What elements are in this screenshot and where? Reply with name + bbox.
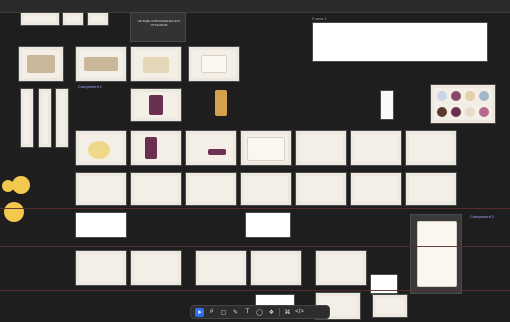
frame-palette[interactable]: [430, 84, 496, 124]
frame-row6-6[interactable]: [370, 274, 398, 294]
frame-row3-1[interactable]: [75, 130, 127, 166]
frame-row5-2[interactable]: [245, 212, 291, 238]
frame-row2-4[interactable]: [188, 46, 240, 82]
frame-row4-3[interactable]: [185, 172, 237, 206]
frame-row3-3[interactable]: [185, 130, 237, 166]
frame-row6-1[interactable]: [75, 250, 127, 286]
component-label-2: Component 2: [470, 214, 495, 219]
frame-tall-3[interactable]: [55, 88, 69, 148]
frame-book-1[interactable]: [130, 88, 182, 122]
components-icon[interactable]: ❖: [267, 308, 276, 317]
frame-icon[interactable]: #: [207, 308, 216, 317]
plugin-icon[interactable]: ⌘: [283, 308, 292, 317]
divider-line-2: [0, 246, 510, 247]
chalkboard-frame[interactable]: НЕ БУДЬ СОБЛАЗНЕНЕН ЕГО ОТТЕНКОМ: [130, 12, 186, 42]
frame-row4-5[interactable]: [295, 172, 347, 206]
frame-text-list[interactable]: [380, 90, 394, 120]
frame-row4-4[interactable]: [240, 172, 292, 206]
text-icon[interactable]: T: [243, 308, 252, 317]
frame-row6-4[interactable]: [250, 250, 302, 286]
pen-icon[interactable]: ✎: [231, 308, 240, 317]
frame-row4-6[interactable]: [350, 172, 402, 206]
frame-top-3[interactable]: [87, 12, 109, 26]
rectangle-icon[interactable]: ▢: [219, 308, 228, 317]
chalkboard-text: НЕ БУДЬ СОБЛАЗНЕНЕН ЕГО ОТТЕНКОМ: [137, 19, 181, 27]
frame-row3-4[interactable]: [240, 130, 292, 166]
frame-row2-1[interactable]: [18, 46, 64, 82]
comment-icon[interactable]: ◯: [255, 308, 264, 317]
toolbar-separator: [279, 308, 280, 316]
frame-top-right[interactable]: [312, 22, 488, 62]
frame-row2-3[interactable]: [130, 46, 182, 82]
frame-row6-3[interactable]: [195, 250, 247, 286]
gold-sticker-3: [4, 202, 24, 222]
frame-row3-5[interactable]: [295, 130, 347, 166]
device-screen: [215, 90, 227, 116]
gold-sticker-2: [12, 176, 30, 194]
frame-tall-2[interactable]: [38, 88, 52, 148]
frame-top-left[interactable]: [20, 12, 60, 26]
frame-row2-2[interactable]: [75, 46, 127, 82]
dev-mode-icon[interactable]: </>: [295, 308, 304, 317]
component-label: Component 1: [78, 84, 103, 89]
frame-label: Frame 1: [312, 16, 327, 21]
frame-row5-1[interactable]: [75, 212, 127, 238]
divider-line: [0, 208, 510, 209]
frame-row3-7[interactable]: [405, 130, 457, 166]
frame-bottom-3[interactable]: [372, 294, 408, 318]
frame-row3-2[interactable]: [130, 130, 182, 166]
frame-tall-1[interactable]: [20, 88, 34, 148]
frame-row4-1[interactable]: [75, 172, 127, 206]
frame-row3-6[interactable]: [350, 130, 402, 166]
frame-row6-5[interactable]: [315, 250, 367, 286]
frame-top-2[interactable]: [62, 12, 84, 26]
cursor-icon[interactable]: ➤: [195, 307, 204, 317]
bottom-toolbar: ➤ # ▢ ✎ T ◯ ❖ ⌘ </>: [190, 305, 330, 319]
frame-row6-2[interactable]: [130, 250, 182, 286]
divider-line-3: [0, 290, 510, 291]
frame-row4-7[interactable]: [405, 172, 457, 206]
phone-mockup[interactable]: [410, 214, 462, 294]
frame-row4-2[interactable]: [130, 172, 182, 206]
